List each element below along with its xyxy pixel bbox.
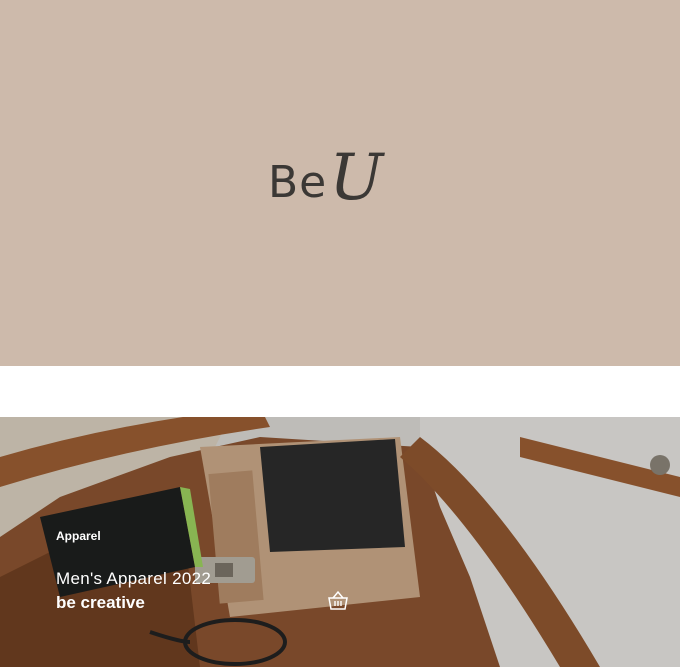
product-banner[interactable] <box>0 417 680 667</box>
logo-text-script: U <box>329 141 384 215</box>
basket-icon-graphic <box>328 590 348 610</box>
category-label: Apparel <box>56 529 101 543</box>
basket-icon[interactable] <box>326 589 350 613</box>
hero-section: Be U <box>0 0 680 366</box>
brand-logo: Be U <box>268 146 383 210</box>
section-spacer <box>0 366 680 417</box>
product-subtitle: be creative <box>56 593 145 612</box>
product-title: Men's Apparel 2022 <box>56 569 212 588</box>
logo-text-sans: Be <box>268 157 328 208</box>
banner-photo <box>0 417 680 667</box>
